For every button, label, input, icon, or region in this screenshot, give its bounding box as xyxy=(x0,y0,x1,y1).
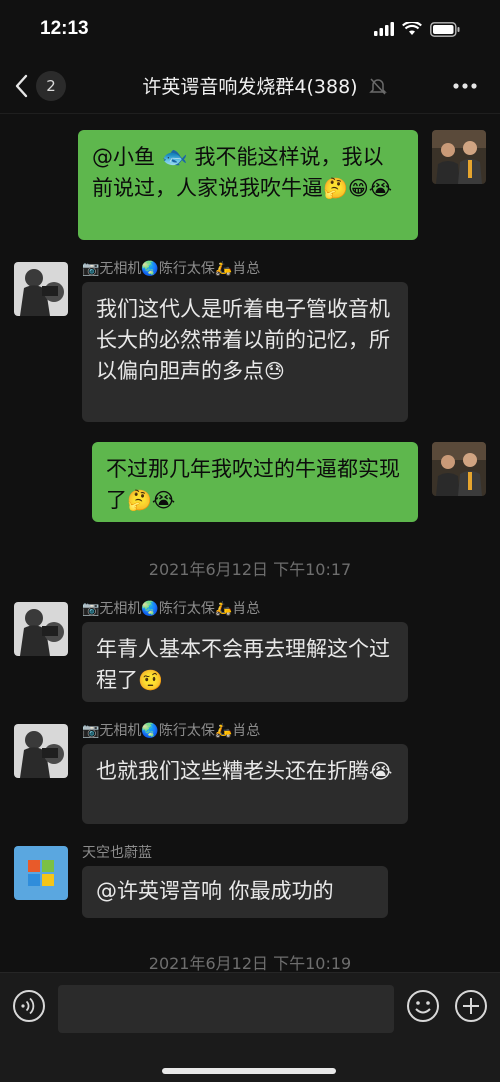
sender-name: 📷无相机🌏陈行太保🛵肖总 xyxy=(82,601,261,617)
message-emojis: 😓 xyxy=(264,359,285,383)
input-bar xyxy=(0,972,500,1082)
timestamp: 2021年6月12日 下午10:19 xyxy=(148,954,352,972)
sender-name: 📷无相机🌏陈行太保🛵肖总 xyxy=(82,723,261,739)
message-text: 我们这代人是听着电子管收音机长大的必然带着以前的记忆，所以偏向胆声的多点 xyxy=(96,297,390,383)
unread-count-badge: 2 xyxy=(36,71,66,101)
message-emojis: 🤨 xyxy=(138,668,163,692)
sender-name: 天空也蔚蓝 xyxy=(82,845,152,861)
voice-input-icon[interactable] xyxy=(12,989,46,1023)
message-emojis: 🤔😁😭 xyxy=(323,176,393,200)
message-bubble-other[interactable]: 我们这代人是听着电子管收音机长大的必然带着以前的记忆，所以偏向胆声的多点😓 xyxy=(82,282,408,422)
message-bubble-self[interactable]: @小鱼 🐟 我不能这样说，我以前说过，人家说我吹牛逼🤔😁😭 xyxy=(78,130,418,240)
message-bubble-other[interactable]: 年青人基本不会再去理解这个过程了🤨 xyxy=(82,622,408,702)
chevron-left-icon xyxy=(15,74,28,98)
message-bubble-other[interactable]: 也就我们这些糟老头还在折腾😭 xyxy=(82,744,408,824)
emoji-icon[interactable] xyxy=(406,989,440,1023)
message-input[interactable] xyxy=(58,985,394,1033)
avatar-other[interactable] xyxy=(14,602,68,656)
message-text: @许英谔音响 你最成功的 xyxy=(96,879,334,903)
status-time: 12:13 xyxy=(40,18,89,39)
back-button[interactable]: 2 xyxy=(14,70,66,102)
chat-title: 许英谔音响发烧群4(388) xyxy=(142,76,358,98)
home-indicator[interactable] xyxy=(162,1068,336,1074)
timestamp: 2021年6月12日 下午10:17 xyxy=(148,560,352,579)
more-options-icon[interactable] xyxy=(452,74,478,98)
status-bar: 12:13 xyxy=(0,0,500,58)
status-icons xyxy=(374,21,460,37)
signal-icon xyxy=(374,22,394,36)
chat-header: 2 许英谔音响发烧群4(388) xyxy=(0,58,500,114)
mute-bell-icon xyxy=(369,78,387,95)
message-emojis: 😭 xyxy=(369,759,393,783)
message-emojis: 🤔😭 xyxy=(127,488,176,512)
message-bubble-self[interactable]: 不过那几年我吹过的牛逼都实现了🤔😭 xyxy=(92,442,418,522)
battery-icon xyxy=(430,21,460,37)
avatar-self[interactable] xyxy=(432,442,486,496)
plus-icon[interactable] xyxy=(454,989,488,1023)
sender-name: 📷无相机🌏陈行太保🛵肖总 xyxy=(82,261,261,277)
avatar-other[interactable] xyxy=(14,724,68,778)
wifi-icon xyxy=(402,22,422,35)
message-bubble-other[interactable]: @许英谔音响 你最成功的 xyxy=(82,866,388,918)
message-text: 也就我们这些糟老头还在折腾 xyxy=(96,759,369,783)
message-list[interactable]: @小鱼 🐟 我不能这样说，我以前说过，人家说我吹牛逼🤔😁😭 📷无相机🌏陈行太保🛵… xyxy=(0,114,500,972)
avatar-self[interactable] xyxy=(432,130,486,184)
avatar-other[interactable] xyxy=(14,262,68,316)
avatar-other[interactable] xyxy=(14,846,68,900)
